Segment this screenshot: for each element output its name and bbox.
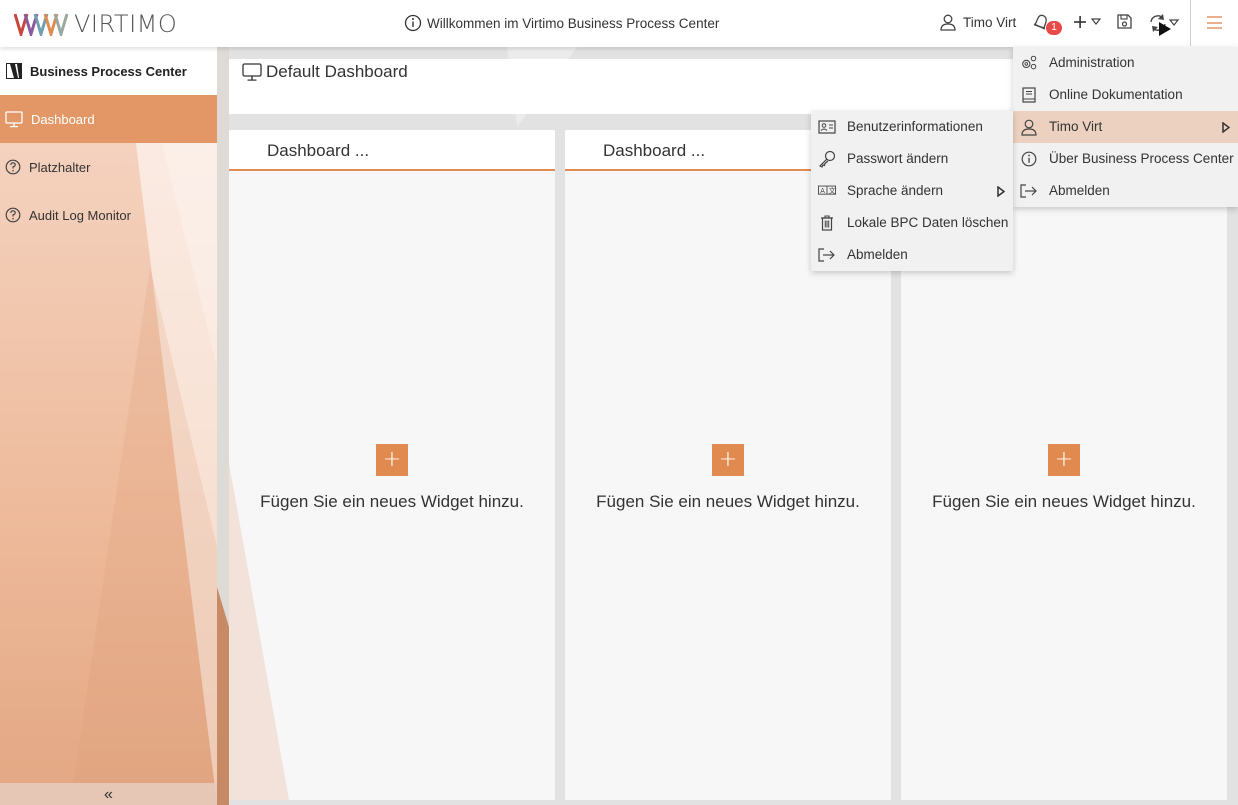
info-icon (404, 14, 422, 32)
save-button[interactable] (1116, 13, 1133, 30)
menu-item-user[interactable]: Timo Virt (1013, 111, 1238, 143)
hamburger-icon (1207, 16, 1222, 18)
id-card-icon (818, 118, 836, 136)
gears-icon (1020, 54, 1038, 72)
menu-item-label: Passwort ändern (847, 151, 949, 166)
submenu-arrow-icon (997, 185, 1006, 200)
add-button[interactable] (1073, 13, 1103, 31)
dashboard-title-text: Default Dashboard (266, 62, 408, 81)
hamburger-menu-button[interactable] (1207, 16, 1222, 29)
add-widget-button[interactable]: + (712, 444, 744, 476)
menu-item-logout[interactable]: Abmelden (1013, 175, 1238, 207)
main-menu: Administration Online Dokumentation Timo… (1013, 47, 1238, 207)
bpc-logo-icon (6, 63, 22, 79)
menu-item-change-password[interactable]: Passwort ändern (811, 143, 1013, 175)
sidebar-title: Business Process Center (30, 63, 187, 79)
virtimo-logo[interactable]: VIRTIMO (14, 9, 178, 38)
menu-item-about[interactable]: Über Business Process Center (1013, 143, 1238, 175)
trash-icon (818, 214, 836, 232)
logo-mark-icon (14, 13, 69, 36)
menu-item-label: Über Business Process Center (1049, 151, 1234, 166)
help-circle-icon (5, 159, 21, 175)
menu-item-label: Administration (1049, 55, 1135, 70)
card-title: Dashboard ... (229, 130, 555, 171)
menu-item-logout[interactable]: Abmelden (811, 239, 1013, 271)
key-icon (818, 150, 836, 168)
logout-icon (818, 246, 836, 264)
notification-badge: 1 (1046, 21, 1062, 35)
save-icon (1117, 14, 1132, 29)
menu-item-online-documentation[interactable]: Online Dokumentation (1013, 79, 1238, 111)
logout-icon (1020, 182, 1038, 200)
welcome-text: Willkommen im Virtimo Business Process C… (427, 15, 720, 31)
add-widget-hint: Fügen Sie ein neues Widget hinzu. (932, 492, 1196, 511)
logo-text: VIRTIMO (74, 9, 178, 38)
svg-text:A: A (820, 187, 825, 195)
user-submenu: Benutzerinformationen Passwort ändern A … (811, 111, 1013, 271)
monitor-icon (5, 110, 23, 127)
user-menu-button[interactable]: Timo Virt (940, 14, 1016, 31)
add-widget-button[interactable]: + (376, 444, 408, 476)
menu-item-label: Sprache ändern (847, 183, 944, 198)
menu-item-label: Timo Virt (1049, 119, 1103, 134)
add-widget-button[interactable]: + (1048, 444, 1080, 476)
menu-item-label: Benutzerinformationen (847, 119, 983, 134)
menu-item-clear-local-data[interactable]: Lokale BPC Daten löschen (811, 207, 1013, 239)
menu-item-label: Lokale BPC Daten löschen (847, 215, 1009, 230)
menu-item-label: Abmelden (847, 247, 908, 262)
toolbar-divider (1190, 0, 1191, 46)
sidebar-item-label: Dashboard (31, 111, 95, 127)
dashboard-card: Dashboard ... + Fügen Sie ein neues Widg… (229, 130, 555, 800)
welcome-message: Willkommen im Virtimo Business Process C… (404, 14, 719, 32)
dashboard-title: Default Dashboard (242, 62, 408, 82)
language-icon: A 文 (818, 182, 836, 200)
top-bar: VIRTIMO Willkommen im Virtimo Business P… (0, 0, 1238, 47)
menu-item-administration[interactable]: Administration (1013, 47, 1238, 79)
hamburger-line (1207, 27, 1222, 29)
submenu-arrow-icon (1222, 121, 1231, 136)
sidebar-item-dashboard[interactable]: Dashboard (0, 95, 217, 143)
help-circle-icon (5, 207, 21, 223)
card-background-pattern (229, 463, 289, 800)
info-icon (1020, 150, 1038, 168)
mouse-cursor-icon (1159, 22, 1171, 36)
plus-dropdown-icon (1074, 16, 1102, 28)
menu-item-user-info[interactable]: Benutzerinformationen (811, 111, 1013, 143)
book-icon (1020, 86, 1038, 104)
user-name: Timo Virt (963, 15, 1017, 30)
sidebar-collapse-button[interactable]: « (0, 783, 217, 805)
user-icon (1020, 118, 1038, 136)
menu-item-change-language[interactable]: A 文 Sprache ändern (811, 175, 1013, 207)
menu-item-label: Abmelden (1049, 183, 1110, 198)
sidebar-item-platzhalter[interactable]: Platzhalter (0, 143, 217, 191)
sidebar-item-audit-log-monitor[interactable]: Audit Log Monitor (0, 191, 217, 239)
menu-item-label: Online Dokumentation (1049, 87, 1183, 102)
add-widget-hint: Fügen Sie ein neues Widget hinzu. (596, 492, 860, 511)
sidebar-item-label: Audit Log Monitor (29, 207, 131, 223)
user-icon (940, 14, 956, 31)
sidebar-header: Business Process Center (0, 47, 217, 95)
monitor-icon (242, 62, 262, 81)
sidebar: Business Process Center Dashboard Platzh… (0, 47, 217, 805)
hamburger-line (1207, 21, 1222, 24)
svg-text:文: 文 (829, 186, 836, 195)
add-widget-hint: Fügen Sie ein neues Widget hinzu. (260, 492, 524, 511)
sidebar-item-label: Platzhalter (29, 159, 91, 175)
